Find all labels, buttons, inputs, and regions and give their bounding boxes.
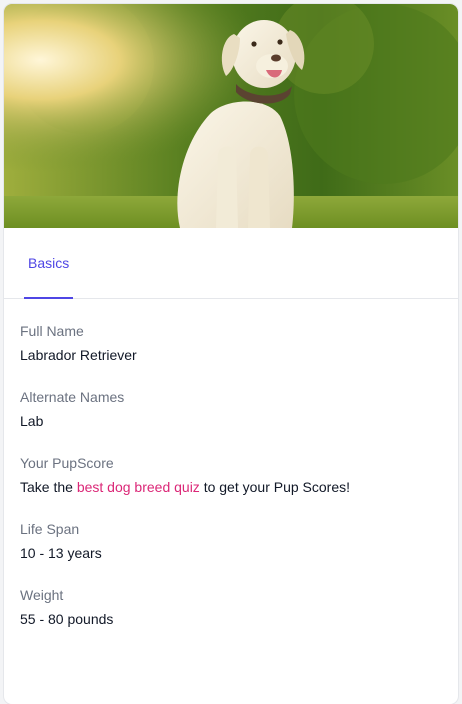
tab-bar: Basics <box>4 228 458 299</box>
pupscore-value: Take the best dog breed quiz to get your… <box>20 477 442 497</box>
weight-value: 55 - 80 pounds <box>20 611 114 627</box>
tab-basics-label: Basics <box>28 255 70 271</box>
pupscore-suffix: to get your Pup Scores! <box>199 479 351 495</box>
field-pupscore: Your PupScore Take the best dog breed qu… <box>20 453 442 497</box>
field-weight: Weight 55 - 80 pounds <box>20 585 442 629</box>
pupscore-prefix: Take the <box>20 479 77 495</box>
alternate-names-value: Lab <box>20 413 44 429</box>
life-span-label: Life Span <box>20 521 80 537</box>
pupscore-label: Your PupScore <box>20 455 114 471</box>
full-name-label: Full Name <box>20 323 84 339</box>
breed-details: Full Name Labrador Retriever Alternate N… <box>4 321 458 629</box>
breed-quiz-link[interactable]: best dog breed quiz <box>77 479 200 495</box>
tab-basics[interactable]: Basics <box>24 228 74 299</box>
field-full-name: Full Name Labrador Retriever <box>20 321 442 365</box>
alternate-names-label: Alternate Names <box>20 389 125 405</box>
full-name-value: Labrador Retriever <box>20 347 137 363</box>
breed-card: Basics Full Name Labrador Retriever Alte… <box>4 4 458 704</box>
hero-image <box>4 4 458 228</box>
life-span-value: 10 - 13 years <box>20 545 102 561</box>
field-alternate-names: Alternate Names Lab <box>20 387 442 431</box>
field-life-span: Life Span 10 - 13 years <box>20 519 442 563</box>
weight-label: Weight <box>20 587 64 603</box>
labrador-photo <box>4 4 458 228</box>
